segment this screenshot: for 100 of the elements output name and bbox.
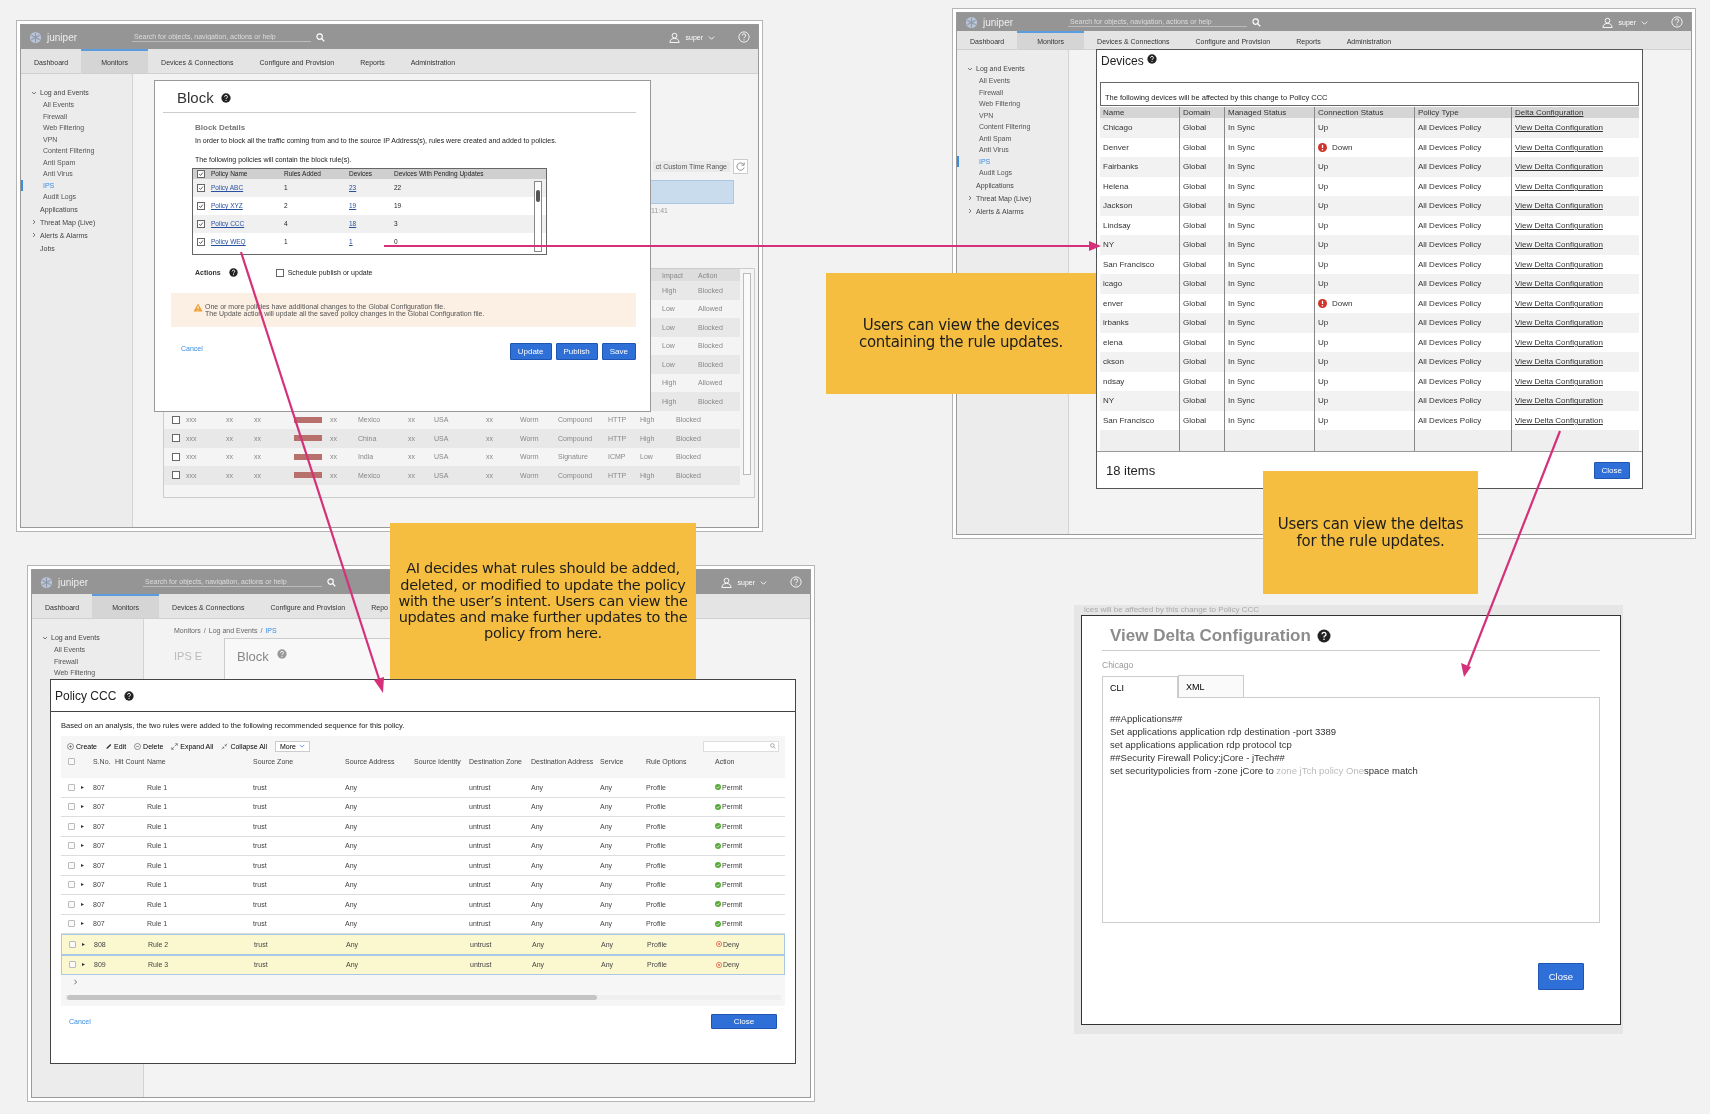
help-icon[interactable] <box>1146 54 1157 64</box>
expand-arrow-icon[interactable] <box>81 824 84 828</box>
chevron-icon[interactable] <box>967 195 973 201</box>
checkbox[interactable] <box>172 452 180 461</box>
checkbox[interactable] <box>67 900 75 908</box>
chevron-icon[interactable] <box>73 979 78 985</box>
help-icon[interactable] <box>228 268 238 278</box>
delta-link[interactable]: View Delta Configuration <box>1512 235 1637 255</box>
close-button[interactable]: Close <box>711 1014 777 1029</box>
checkbox[interactable] <box>67 783 75 791</box>
delta-link[interactable]: View Delta Configuration <box>1512 313 1637 333</box>
close-button[interactable]: Close <box>1593 461 1630 479</box>
scrollbar[interactable] <box>743 273 751 475</box>
delta-link[interactable]: View Delta Configuration <box>1512 215 1637 235</box>
checkbox[interactable] <box>275 268 284 277</box>
checkbox[interactable] <box>197 183 205 192</box>
expand-icon <box>171 742 179 750</box>
checkbox[interactable] <box>197 169 205 178</box>
help-icon[interactable] <box>220 92 231 103</box>
delta-link[interactable]: View Delta Configuration <box>1512 176 1637 196</box>
expand-arrow-icon[interactable] <box>82 942 85 946</box>
close-button[interactable]: Close <box>1537 963 1584 990</box>
search-icon[interactable] <box>1252 17 1261 27</box>
checkbox[interactable] <box>67 881 75 889</box>
expand-arrow-icon[interactable] <box>81 902 84 906</box>
table-cell: Global <box>1180 157 1225 177</box>
checkbox[interactable] <box>68 940 76 948</box>
help-icon[interactable] <box>124 690 135 701</box>
checkbox[interactable] <box>197 237 205 246</box>
status-text: Up <box>1318 337 1329 347</box>
status-text: Up <box>1318 279 1329 289</box>
chevron-icon[interactable] <box>967 208 973 214</box>
expand-arrow-icon[interactable] <box>82 963 85 967</box>
checkbox[interactable] <box>172 434 180 443</box>
checkbox[interactable] <box>172 471 180 480</box>
delta-link[interactable]: View Delta Configuration <box>1512 371 1637 391</box>
action-button[interactable]: Update <box>509 342 552 360</box>
delta-link[interactable]: View Delta Configuration <box>1512 118 1637 138</box>
user-icon[interactable] <box>721 576 733 588</box>
status-text: Up <box>1318 162 1329 172</box>
search-icon[interactable] <box>327 577 336 587</box>
delta-link[interactable]: View Delta Configuration <box>1512 410 1637 430</box>
delta-link[interactable]: View Delta Configuration <box>1512 352 1637 372</box>
checkbox[interactable] <box>197 201 205 210</box>
caret-icon <box>298 744 305 748</box>
user-icon[interactable] <box>669 31 681 43</box>
chevron-icon[interactable] <box>42 634 48 641</box>
expand-arrow-icon[interactable] <box>81 883 84 887</box>
delta-link[interactable]: View Delta Configuration <box>1512 332 1637 352</box>
expand-arrow-icon[interactable] <box>81 844 84 848</box>
checkbox[interactable] <box>172 415 180 424</box>
help-icon[interactable] <box>1316 629 1331 643</box>
logo-icon <box>40 575 53 589</box>
dialog-title: Devices <box>1101 54 1144 68</box>
checkbox[interactable] <box>197 219 205 228</box>
chevron-icon[interactable] <box>31 89 37 96</box>
expand-arrow-icon[interactable] <box>81 863 84 867</box>
status-text: Up <box>1318 376 1329 386</box>
logo-icon <box>29 30 42 44</box>
checkbox[interactable] <box>67 842 75 850</box>
checkbox[interactable] <box>67 920 75 928</box>
checkbox[interactable] <box>68 961 76 969</box>
check-icon <box>715 920 721 927</box>
caret-icon[interactable] <box>760 578 767 586</box>
expand-arrow-icon[interactable] <box>81 922 84 926</box>
chevron-icon[interactable] <box>31 232 37 238</box>
action-button[interactable]: Save <box>601 342 636 360</box>
chevron-icon[interactable] <box>967 65 973 72</box>
table-cell: Jackson <box>1100 196 1180 216</box>
checkbox[interactable] <box>67 861 75 869</box>
format-tab[interactable]: CLI <box>1102 676 1178 698</box>
checkbox[interactable] <box>67 757 75 765</box>
caret-icon[interactable] <box>708 33 715 41</box>
delta-link[interactable]: View Delta Configuration <box>1512 137 1637 157</box>
delta-link[interactable]: View Delta Configuration <box>1512 254 1637 274</box>
status-text: Up <box>1318 220 1329 230</box>
collapse-icon <box>221 742 229 750</box>
scrollbar[interactable] <box>65 995 781 1000</box>
chevron-icon[interactable] <box>31 219 37 225</box>
checkbox[interactable] <box>67 803 75 811</box>
checkbox[interactable] <box>67 822 75 830</box>
table-cell: All Devices Policy <box>1415 196 1512 216</box>
refresh-icon[interactable] <box>733 158 748 174</box>
callout-tooltip: Users can view the deltas for the rule updates. <box>1263 471 1478 594</box>
user-icon[interactable] <box>1602 16 1614 28</box>
search-field[interactable] <box>703 740 779 752</box>
search-icon[interactable] <box>770 743 776 749</box>
expand-arrow-icon[interactable] <box>81 785 84 789</box>
delta-link[interactable]: View Delta Configuration <box>1512 293 1637 313</box>
delta-link[interactable]: View Delta Configuration <box>1512 391 1637 411</box>
delta-link[interactable]: View Delta Configuration <box>1512 274 1637 294</box>
format-tab[interactable]: XML <box>1178 675 1244 697</box>
scrollbar[interactable] <box>534 180 542 252</box>
action-button[interactable]: Publish <box>555 342 598 360</box>
expand-arrow-icon[interactable] <box>81 805 84 809</box>
search-icon[interactable] <box>316 32 325 42</box>
table-cell: In Sync <box>1225 274 1315 294</box>
delta-link[interactable]: View Delta Configuration <box>1512 157 1637 177</box>
delta-link[interactable]: View Delta Configuration <box>1512 196 1637 216</box>
caret-icon[interactable] <box>1641 18 1648 26</box>
